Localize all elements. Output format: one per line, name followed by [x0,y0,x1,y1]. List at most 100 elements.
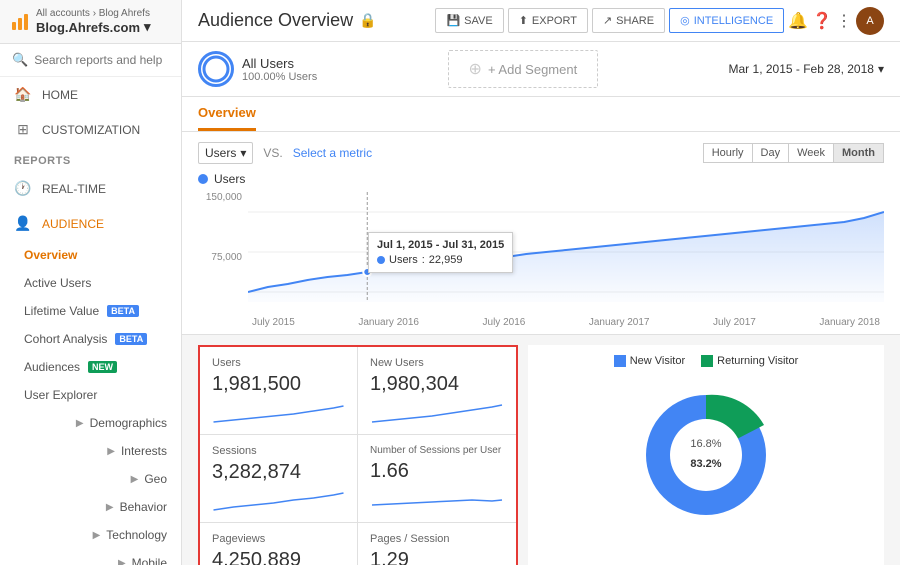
stat-label-new-users: New Users [370,357,504,369]
sidebar-subitem-audiences[interactable]: Audiences NEW [0,353,181,381]
intelligence-button[interactable]: ◎ INTELLIGENCE [669,8,784,33]
sidebar-subitem-lifetime-value[interactable]: Lifetime Value BETA [0,297,181,325]
donut-section: New Visitor Returning Visitor [528,345,884,565]
stat-value-pageviews: 4,250,889 [212,549,345,565]
time-btn-week[interactable]: Week [788,143,834,163]
sidebar-item-realtime[interactable]: 🕐 REAL-TIME [0,171,181,206]
avatar[interactable]: A [856,7,884,35]
x-label-4: July 2017 [713,317,756,328]
save-button[interactable]: 💾 SAVE [435,8,503,33]
lifetime-value-label: Lifetime Value [24,304,99,318]
sidebar-subitem-cohort[interactable]: Cohort Analysis BETA [0,325,181,353]
new-visitor-swatch [614,355,626,367]
returning-visitor-swatch [701,355,713,367]
svg-text:83.2%: 83.2% [690,458,721,470]
sidebar-subitem-mobile[interactable]: ▶ Mobile [0,549,181,565]
stat-card-sessions-per-user: Number of Sessions per User 1.66 [358,435,516,523]
chart-controls: Users ▾ VS. Select a metric Hourly Day W… [198,142,884,164]
export-button[interactable]: ⬆ EXPORT [508,8,588,33]
search-bar[interactable]: 🔍 [0,44,181,77]
date-range-dropdown-icon: ▾ [878,62,884,76]
realtime-label: REAL-TIME [42,182,106,196]
sidebar-subitem-overview[interactable]: Overview [0,241,181,269]
main-content: Audience Overview 🔒 💾 SAVE ⬆ EXPORT ↗ SH… [182,0,900,565]
stat-card-users: Users 1,981,500 [200,347,358,435]
add-segment-button[interactable]: ⊕ + Add Segment [448,50,599,88]
sidebar-subitem-demographics[interactable]: ▶ Demographics [0,409,181,437]
topbar-left: Audience Overview 🔒 [198,10,377,31]
site-title[interactable]: Blog.Ahrefs.com ▾ [36,19,151,35]
active-users-label: Active Users [24,276,91,290]
stat-value-sessions-per-user: 1.66 [370,460,504,483]
chart-legend: Users [198,172,884,186]
stat-label-pages-session: Pages / Session [370,533,504,545]
share-icon: ↗ [603,14,612,27]
chart-area: Jul 1, 2015 - Jul 31, 2015 Users: 22,959… [248,192,884,328]
logo-bar-3 [24,14,28,30]
new-badge-audiences: NEW [88,361,117,373]
date-range[interactable]: Mar 1, 2015 - Feb 28, 2018 ▾ [729,62,884,76]
metric-label: Users [205,146,236,160]
add-segment-label: + Add Segment [488,62,577,77]
time-btn-hourly[interactable]: Hourly [703,143,753,163]
share-button[interactable]: ↗ SHARE [592,8,665,33]
technology-label: Technology [106,528,167,542]
sidebar-subitem-user-explorer[interactable]: User Explorer [0,381,181,409]
tabs-bar: Overview [182,97,900,132]
save-icon: 💾 [446,14,460,27]
beta-badge-lifetime: BETA [107,305,139,317]
export-icon: ⬆ [519,14,528,27]
verified-icon: 🔒 [359,12,376,29]
bell-icon[interactable]: 🔔 [788,11,808,31]
logo [12,14,28,30]
stat-value-sessions: 3,282,874 [212,461,345,484]
x-label-1: January 2016 [358,317,419,328]
stat-label-sessions-per-user: Number of Sessions per User [370,445,504,456]
intelligence-icon: ◎ [680,14,690,27]
chevron-right-icon: ▶ [76,418,84,429]
audience-icon: 👤 [14,215,32,232]
y-label-high: 150,000 [206,192,242,203]
vs-label: VS. [263,146,282,160]
clock-icon: 🕐 [14,180,32,197]
more-icon[interactable]: ⋮ [836,11,852,31]
interests-label: Interests [121,444,167,458]
x-label-0: July 2015 [252,317,295,328]
tab-overview[interactable]: Overview [198,97,256,131]
search-input[interactable] [34,53,169,67]
sidebar-item-customization[interactable]: ⊞ CUSTOMIZATION [0,112,181,147]
select-metric-link[interactable]: Select a metric [293,146,372,160]
page-title: Audience Overview 🔒 [198,10,377,31]
stat-card-sessions: Sessions 3,282,874 [200,435,358,523]
new-visitor-label: New Visitor [630,355,685,367]
stat-value-pages-session: 1.29 [370,549,504,565]
sidebar-subitem-interests[interactable]: ▶ Interests [0,437,181,465]
site-title-text: Blog.Ahrefs.com [36,20,140,35]
x-label-3: January 2017 [589,317,650,328]
donut-legend: New Visitor Returning Visitor [614,355,799,367]
topbar: Audience Overview 🔒 💾 SAVE ⬆ EXPORT ↗ SH… [182,0,900,42]
sidebar-subitem-geo[interactable]: ▶ Geo [0,465,181,493]
chart-section: Users ▾ VS. Select a metric Hourly Day W… [182,132,900,335]
metric-select[interactable]: Users ▾ [198,142,253,164]
sidebar-item-audience[interactable]: 👤 AUDIENCE [0,206,181,241]
content-area: All Users 100.00% Users ⊕ + Add Segment … [182,42,900,565]
stat-label-sessions: Sessions [212,445,345,457]
returning-visitor-label: Returning Visitor [717,355,798,367]
sidebar-item-home[interactable]: 🏠 HOME [0,77,181,112]
dropdown-icon: ▾ [144,19,151,35]
help-icon[interactable]: ❓ [812,11,832,31]
stat-card-new-users: New Users 1,980,304 [358,347,516,435]
mobile-label: Mobile [132,556,167,565]
x-label-2: July 2016 [483,317,526,328]
sidebar-subitem-behavior[interactable]: ▶ Behavior [0,493,181,521]
sidebar-subitem-technology[interactable]: ▶ Technology [0,521,181,549]
x-axis: July 2015 January 2016 July 2016 January… [248,317,884,328]
time-btn-month[interactable]: Month [833,143,884,163]
stat-label-users: Users [212,357,345,369]
time-btn-day[interactable]: Day [752,143,790,163]
reports-section-label: Reports [0,147,181,171]
sidebar-subitem-active-users[interactable]: Active Users [0,269,181,297]
chevron-right-icon-geo: ▶ [131,474,139,485]
sparkline-sessions-per-user [370,487,504,515]
